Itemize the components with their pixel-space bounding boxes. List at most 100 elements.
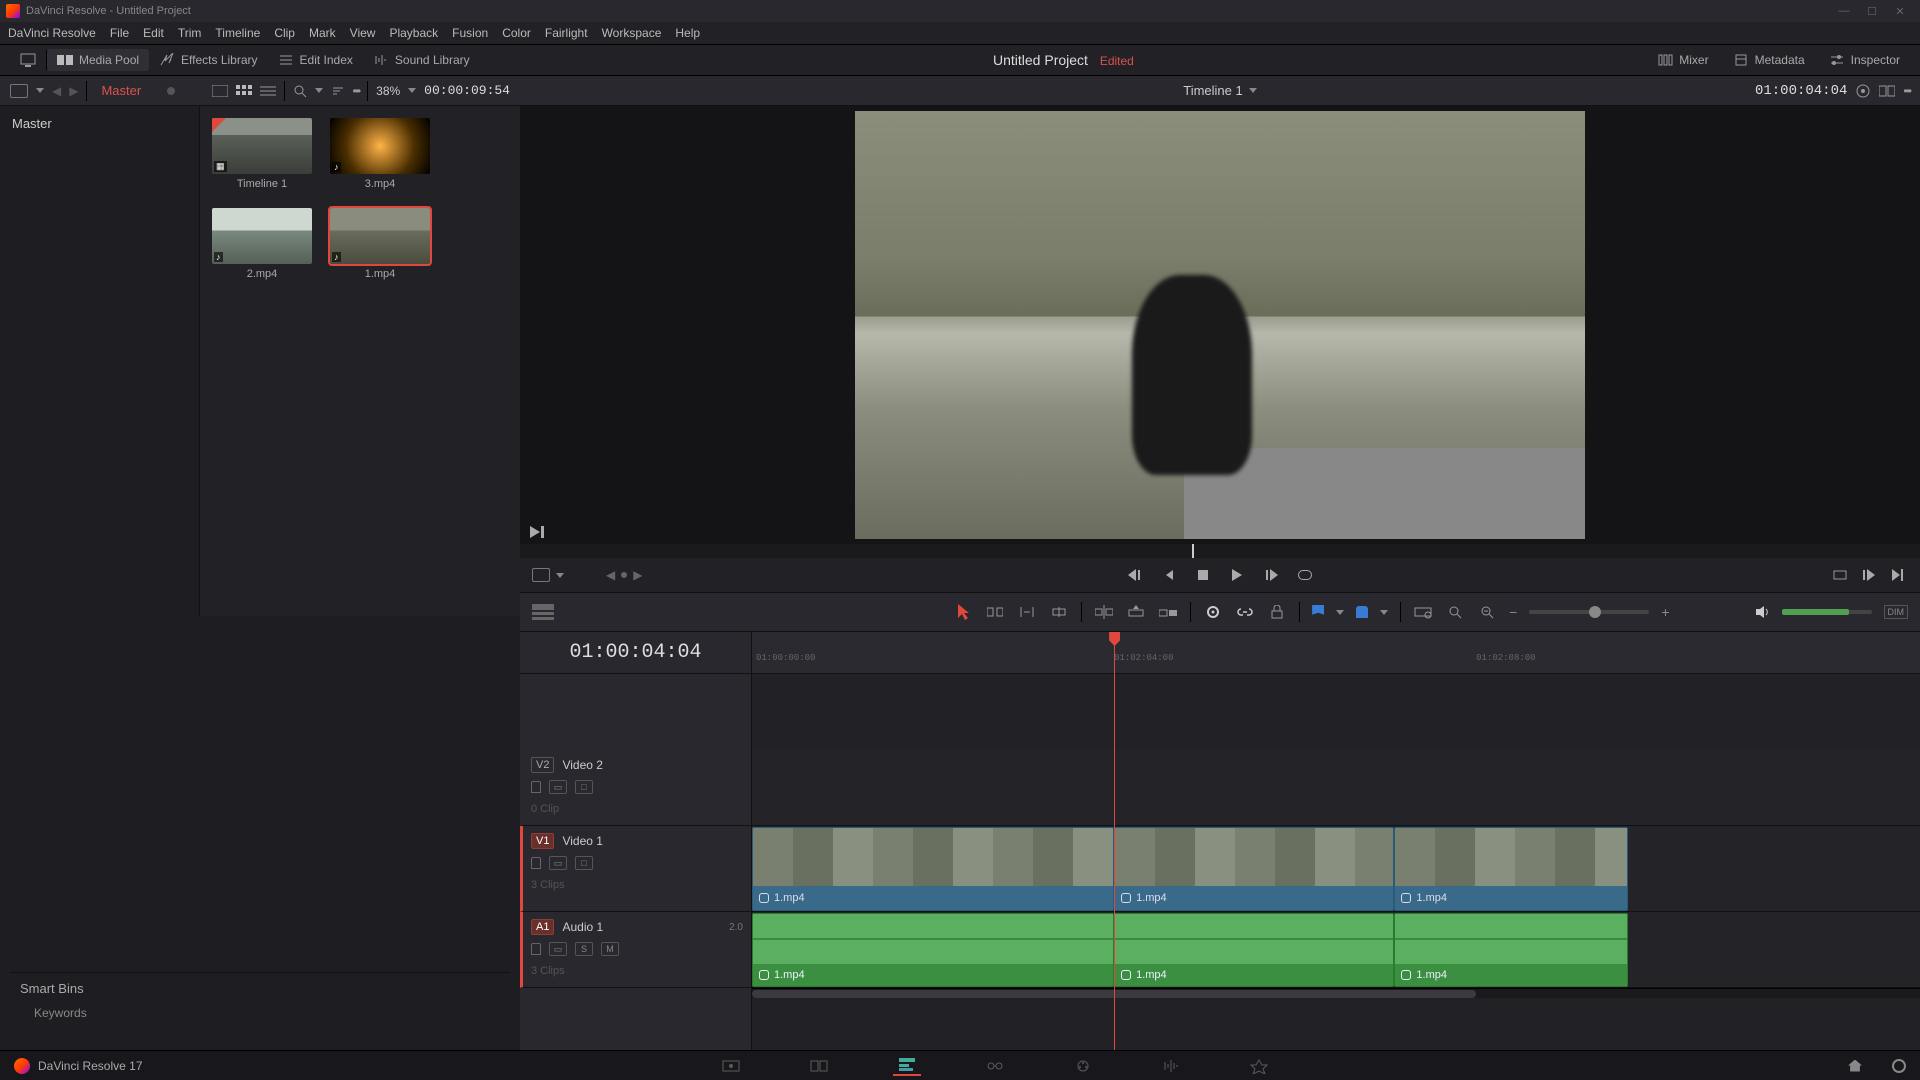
zoom-fit-button[interactable] — [1413, 602, 1433, 622]
timeline-name[interactable]: Timeline 1 — [1183, 83, 1242, 98]
menu-timeline[interactable]: Timeline — [215, 26, 260, 40]
menu-help[interactable]: Help — [675, 26, 700, 40]
track-enable-button[interactable]: □ — [575, 780, 593, 794]
page-color[interactable] — [1069, 1056, 1097, 1076]
timeline-scrollbar[interactable] — [752, 988, 1920, 998]
track-lane-v2[interactable] — [752, 750, 1920, 826]
zoom-custom-button[interactable] — [1477, 602, 1497, 622]
source-zoom-value[interactable]: 38% — [376, 84, 400, 98]
timeline-playhead[interactable] — [1114, 632, 1115, 1050]
prev-marker-button[interactable]: ◀ — [606, 568, 615, 582]
menu-davinci-resolve[interactable]: DaVinci Resolve — [8, 26, 96, 40]
lock-button[interactable] — [1267, 602, 1287, 622]
menu-workspace[interactable]: Workspace — [602, 26, 662, 40]
menu-clip[interactable]: Clip — [274, 26, 295, 40]
window-close-button[interactable]: ✕ — [1886, 5, 1914, 18]
effects-library-toggle[interactable]: Effects Library — [149, 49, 267, 71]
menu-file[interactable]: File — [110, 26, 129, 40]
loop-button[interactable] — [1295, 565, 1315, 585]
marker-dropdown-icon[interactable] — [1380, 610, 1388, 615]
blade-tool[interactable] — [1049, 602, 1069, 622]
flag-dropdown-icon[interactable] — [1336, 610, 1344, 615]
track-lane-v1[interactable]: 1.mp4 1.mp4 1.mp4 — [752, 826, 1920, 912]
track-enable-button[interactable]: □ — [575, 856, 593, 870]
next-marker-button[interactable]: ▶ — [633, 568, 642, 582]
menu-fairlight[interactable]: Fairlight — [545, 26, 588, 40]
lock-icon[interactable] — [531, 943, 541, 955]
flag-button[interactable] — [1312, 605, 1324, 619]
more-options-button[interactable]: ••• — [353, 84, 360, 98]
zoom-dropdown-icon[interactable] — [408, 88, 416, 93]
timeline-viewer[interactable] — [520, 106, 1920, 544]
menu-mark[interactable]: Mark — [309, 26, 336, 40]
match-frame-icon[interactable] — [1832, 569, 1848, 581]
mixer-toggle[interactable]: Mixer — [1647, 49, 1718, 71]
lock-icon[interactable] — [531, 857, 541, 869]
go-first-button[interactable] — [1125, 565, 1145, 585]
dual-viewer-icon[interactable] — [1879, 84, 1895, 98]
track-id-v1[interactable]: V1 — [531, 833, 554, 849]
solo-button[interactable]: S — [575, 942, 593, 956]
auto-select-button[interactable]: ▭ — [549, 942, 567, 956]
auto-select-button[interactable]: ▭ — [549, 780, 567, 794]
marker-button[interactable] — [1356, 606, 1368, 618]
bin-master[interactable]: Master — [10, 112, 189, 135]
menu-color[interactable]: Color — [502, 26, 531, 40]
menu-edit[interactable]: Edit — [143, 26, 164, 40]
mute-button[interactable]: M — [601, 942, 619, 956]
video-clip[interactable]: 1.mp4 — [752, 827, 1114, 911]
media-pool-toggle[interactable]: Media Pool — [47, 49, 149, 71]
bin-view-dropdown-icon[interactable] — [36, 88, 44, 93]
track-header-a1[interactable]: A1 Audio 1 2.0 ▭ S M 3 Clips — [520, 912, 751, 988]
snapping-button[interactable] — [1203, 602, 1223, 622]
replace-clip-button[interactable] — [1158, 602, 1178, 622]
bypass-grades-icon[interactable] — [1855, 83, 1871, 99]
list-view-icon[interactable] — [260, 85, 276, 97]
inspector-toggle[interactable]: Inspector — [1819, 49, 1910, 71]
overlay-dropdown-icon[interactable] — [556, 573, 564, 578]
fullscreen-viewer-button[interactable] — [10, 49, 46, 71]
timeline-view-options-icon[interactable] — [532, 604, 554, 620]
speaker-icon[interactable] — [1754, 605, 1770, 619]
play-button[interactable] — [1227, 565, 1247, 585]
audio-clip[interactable]: 1.mp4 — [752, 913, 1114, 987]
go-end-button[interactable] — [1888, 565, 1908, 585]
timeline-timecode[interactable]: 01:00:04:04 — [520, 632, 751, 674]
dim-button[interactable]: DIM — [1884, 605, 1909, 619]
auto-select-button[interactable]: ▭ — [549, 856, 567, 870]
track-id-v2[interactable]: V2 — [531, 757, 554, 773]
dynamic-trim-tool[interactable] — [1017, 602, 1037, 622]
zoom-slider[interactable] — [1529, 610, 1649, 614]
trim-tool[interactable] — [985, 602, 1005, 622]
edit-index-toggle[interactable]: Edit Index — [268, 49, 363, 71]
stop-button[interactable] — [1193, 565, 1213, 585]
timeline-dropdown-icon[interactable] — [1249, 88, 1257, 93]
menu-playback[interactable]: Playback — [389, 26, 438, 40]
clip-timeline-1[interactable]: ▦ Timeline 1 — [212, 118, 312, 190]
home-button[interactable] — [1848, 1060, 1862, 1072]
bin-breadcrumb[interactable]: Master — [101, 83, 141, 98]
smart-bin-keywords[interactable]: Keywords — [20, 1002, 500, 1024]
search-icon[interactable] — [293, 84, 307, 98]
clip-1-mp4[interactable]: ♪ 1.mp4 — [330, 208, 430, 280]
nav-fwd-button[interactable]: ▶ — [69, 84, 78, 98]
metadata-toggle[interactable]: Metadata — [1723, 49, 1815, 71]
page-fairlight[interactable] — [1157, 1056, 1185, 1076]
page-edit[interactable] — [893, 1056, 921, 1076]
link-button[interactable] — [1235, 602, 1255, 622]
page-cut[interactable] — [805, 1056, 833, 1076]
zoom-out-button[interactable]: − — [1509, 604, 1517, 620]
clip-3-mp4[interactable]: ♪ 3.mp4 — [330, 118, 430, 190]
overwrite-clip-button[interactable] — [1126, 602, 1146, 622]
track-header-v2[interactable]: V2 Video 2 ▭ □ 0 Clip — [520, 750, 751, 826]
thumbnail-view-icon[interactable] — [212, 85, 228, 97]
viewer-more-options-button[interactable]: ••• — [1903, 84, 1910, 98]
zoom-in-button[interactable]: + — [1661, 604, 1669, 620]
track-id-a1[interactable]: A1 — [531, 919, 554, 935]
bin-view-button[interactable] — [10, 84, 28, 98]
lock-icon[interactable] — [531, 781, 541, 793]
transform-overlay-button[interactable] — [532, 568, 550, 582]
timeline-tracks[interactable]: 01:00:00:00 01:02:04:00 01:02:08:00 1.mp… — [752, 632, 1920, 1050]
play-around-icon[interactable] — [530, 526, 546, 538]
insert-clip-button[interactable] — [1094, 602, 1114, 622]
